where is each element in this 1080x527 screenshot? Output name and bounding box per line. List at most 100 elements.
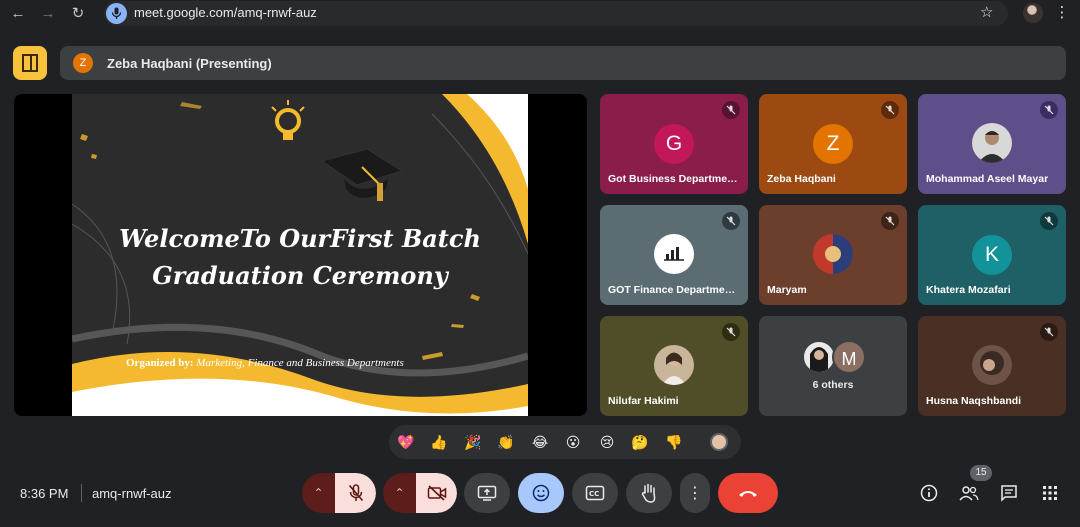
presenting-banner[interactable]: Z Zeba Haqbani (Presenting) — [60, 46, 1066, 80]
raise-hand-button[interactable] — [626, 473, 672, 513]
avatar: Z — [813, 124, 853, 164]
meeting-details-button[interactable] — [918, 482, 940, 504]
mic-icon[interactable] — [106, 3, 127, 24]
thumbs-up-reaction-icon[interactable]: 👍 — [427, 430, 451, 454]
mic-off-icon — [1040, 101, 1058, 119]
camera-control-group: ⌃ — [383, 473, 457, 513]
avatar — [972, 123, 1012, 163]
mic-off-icon — [722, 101, 740, 119]
more-options-button[interactable]: ⋮ — [680, 473, 710, 513]
reactions-bar: 💖 👍 🎉 👏 😂 😮 😢 🤔 👎 — [389, 425, 741, 459]
surprised-reaction-icon[interactable]: 😮 — [561, 430, 585, 454]
participant-tile[interactable]: K Khatera Mozafari — [918, 205, 1066, 305]
reload-icon[interactable]: ↻ — [68, 4, 88, 24]
avatar: K — [972, 235, 1012, 275]
avatar — [654, 234, 694, 274]
activities-button[interactable] — [1039, 482, 1061, 504]
participant-name: Nilufar Hakimi — [608, 395, 679, 407]
chat-icon — [1001, 485, 1017, 502]
leave-call-button[interactable] — [718, 473, 778, 513]
thumbs-down-reaction-icon[interactable]: 👎 — [662, 430, 686, 454]
avatar — [802, 340, 836, 374]
captions-button[interactable]: CC — [572, 473, 618, 513]
camera-toggle-button[interactable] — [416, 473, 457, 513]
avatar — [972, 345, 1012, 385]
star-icon[interactable]: ☆ — [980, 3, 993, 21]
back-icon[interactable]: ← — [8, 4, 28, 24]
participant-name: Khatera Mozafari — [926, 284, 1011, 296]
apps-grid-icon — [1043, 486, 1057, 500]
participant-tile[interactable]: Nilufar Hakimi — [600, 316, 748, 416]
mic-off-icon — [881, 212, 899, 230]
participant-tile[interactable]: Husna Naqshbandi — [918, 316, 1066, 416]
participant-name: GOT Finance Departme… — [608, 284, 736, 296]
avatar: M — [832, 340, 866, 374]
organized-by-value: Marketing, Finance and Business Departme… — [196, 357, 404, 369]
presenting-label: Zeba Haqbani (Presenting) — [107, 56, 272, 71]
menu-icon[interactable]: ⋮ — [1054, 3, 1070, 21]
profile-avatar[interactable] — [1023, 3, 1043, 23]
participant-name: Mohammad Aseel Mayar — [926, 173, 1049, 185]
participant-tile[interactable]: Maryam — [759, 205, 907, 305]
participant-count-badge: 15 — [970, 465, 992, 481]
present-screen-button[interactable] — [464, 473, 510, 513]
participant-name: Zeba Haqbani — [767, 173, 836, 185]
participant-name: Got Business Departme… — [608, 173, 738, 185]
url-text[interactable]: meet.google.com/amq-rnwf-auz — [134, 5, 317, 20]
presentation-stage[interactable]: WelcomeTo OurFirst Batch Graduation Cere… — [14, 94, 587, 416]
chat-button[interactable] — [998, 482, 1020, 504]
slide: WelcomeTo OurFirst Batch Graduation Cere… — [72, 94, 528, 416]
meet-app-icon[interactable] — [13, 46, 47, 80]
skin-tone-selector[interactable] — [710, 433, 728, 451]
hang-up-icon — [739, 491, 757, 497]
people-button[interactable] — [958, 482, 980, 504]
slide-title-line1: WelcomeTo OurFirst Batch — [119, 224, 481, 253]
participant-name: Husna Naqshbandi — [926, 395, 1022, 407]
mic-control-group: ⌃ — [302, 473, 376, 513]
forward-icon[interactable]: → — [38, 4, 58, 24]
camera-options-chevron-icon[interactable]: ⌃ — [383, 473, 417, 513]
mic-off-icon — [348, 484, 363, 502]
avatar: G — [654, 124, 694, 164]
current-time: 8:36 PM — [20, 486, 69, 501]
info-icon — [920, 484, 938, 502]
divider — [81, 484, 82, 502]
browser-toolbar: ← → ↻ meet.google.com/amq-rnwf-auz ☆ ⋮ — [0, 0, 1080, 28]
captions-icon: CC — [585, 485, 605, 501]
slide-title-line2: Graduation Ceremony — [152, 261, 448, 290]
people-icon — [959, 486, 979, 501]
mic-off-icon — [722, 212, 740, 230]
participant-tile[interactable]: Z Zeba Haqbani — [759, 94, 907, 194]
mic-options-chevron-icon[interactable]: ⌃ — [302, 473, 336, 513]
meeting-code: amq-rnwf-auz — [92, 486, 172, 501]
others-tile[interactable]: M 6 others — [759, 316, 907, 416]
mic-off-icon — [1040, 323, 1058, 341]
participant-tile[interactable]: GOT Finance Departme… — [600, 205, 748, 305]
avatar: Z — [73, 53, 93, 73]
sad-reaction-icon[interactable]: 😢 — [595, 430, 619, 454]
emoji-icon — [532, 484, 550, 502]
mic-off-icon — [1040, 212, 1058, 230]
others-count: 6 others — [812, 379, 854, 391]
participant-tile[interactable]: G Got Business Departme… — [600, 94, 748, 194]
present-icon — [477, 485, 497, 501]
hand-icon — [641, 483, 656, 503]
participant-name: Maryam — [767, 284, 807, 296]
more-vert-icon: ⋮ — [687, 485, 703, 502]
mic-toggle-button[interactable] — [335, 473, 376, 513]
slide-organized-by: Organized by: Marketing, Finance and Bus… — [126, 357, 404, 369]
clap-reaction-icon[interactable]: 👏 — [494, 430, 518, 454]
heart-reaction-icon[interactable]: 💖 — [394, 430, 418, 454]
avatar — [654, 345, 694, 385]
avatar — [813, 234, 853, 274]
camera-off-icon — [427, 485, 446, 501]
svg-text:CC: CC — [589, 490, 599, 498]
participant-tile[interactable]: Mohammad Aseel Mayar — [918, 94, 1066, 194]
reactions-button[interactable] — [518, 473, 564, 513]
laugh-reaction-icon[interactable]: 😂 — [528, 430, 552, 454]
thinking-reaction-icon[interactable]: 🤔 — [628, 430, 652, 454]
mic-off-icon — [722, 323, 740, 341]
mic-off-icon — [881, 101, 899, 119]
address-bar[interactable]: meet.google.com/amq-rnwf-auz — [104, 1, 1008, 26]
party-popper-reaction-icon[interactable]: 🎉 — [461, 430, 485, 454]
